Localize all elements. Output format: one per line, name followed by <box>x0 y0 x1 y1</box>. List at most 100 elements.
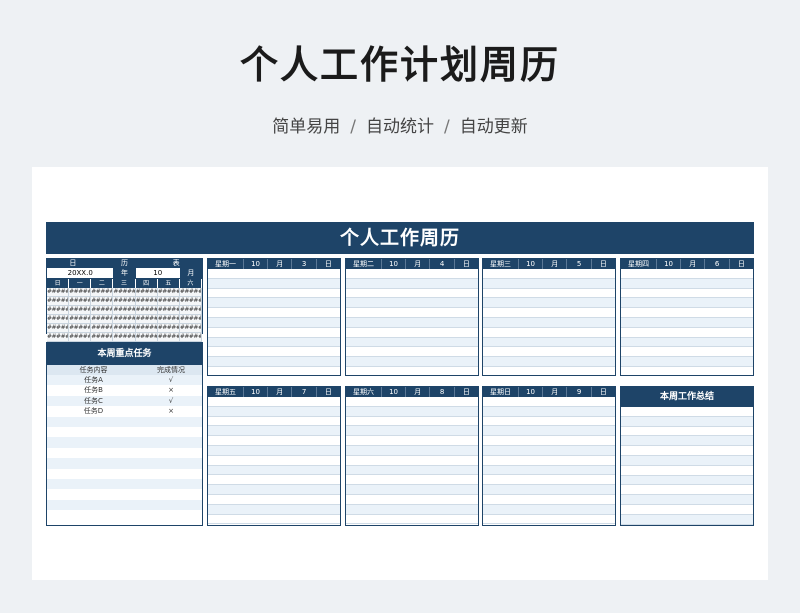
plan-line[interactable] <box>621 317 753 328</box>
plan-line[interactable] <box>346 347 478 358</box>
plan-line[interactable] <box>208 269 340 279</box>
calendar-day-cell[interactable]: ##### <box>179 288 202 297</box>
plan-line[interactable] <box>483 406 615 417</box>
calendar-day-cell[interactable]: ##### <box>91 306 114 315</box>
calendar-day-cell[interactable]: ##### <box>69 333 92 342</box>
calendar-day-cell[interactable]: ##### <box>157 297 180 306</box>
calendar-day-cell[interactable]: ##### <box>47 315 70 324</box>
task-empty-row[interactable] <box>47 427 202 437</box>
task-empty-row[interactable] <box>47 478 202 490</box>
plan-line[interactable] <box>208 406 340 417</box>
calendar-day-cell[interactable]: ##### <box>91 315 114 324</box>
plan-line[interactable] <box>621 298 753 309</box>
plan-line[interactable] <box>346 465 478 476</box>
plan-line[interactable] <box>621 357 753 367</box>
plan-line[interactable] <box>483 317 615 328</box>
plan-line[interactable] <box>208 357 340 367</box>
plan-line[interactable] <box>483 417 615 427</box>
plan-line[interactable] <box>208 328 340 338</box>
task-empty-row[interactable] <box>47 499 202 511</box>
month-value[interactable]: 10 <box>136 268 180 278</box>
plan-line[interactable] <box>346 515 478 525</box>
plan-line[interactable] <box>346 308 478 318</box>
plan-line[interactable] <box>208 397 340 407</box>
plan-line[interactable] <box>346 298 478 309</box>
summary-line[interactable] <box>621 505 753 515</box>
plan-line[interactable] <box>208 465 340 476</box>
plan-line[interactable] <box>346 317 478 328</box>
calendar-day-cell[interactable]: ##### <box>179 333 202 342</box>
task-empty-row[interactable] <box>47 510 202 520</box>
summary-line[interactable] <box>621 466 753 476</box>
plan-line[interactable] <box>208 417 340 427</box>
plan-line[interactable] <box>346 337 478 348</box>
task-empty-row[interactable] <box>47 437 202 448</box>
calendar-day-cell[interactable]: ##### <box>113 324 136 333</box>
plan-line[interactable] <box>208 515 340 525</box>
plan-line[interactable] <box>621 269 753 279</box>
plan-line[interactable] <box>346 328 478 338</box>
plan-line[interactable] <box>208 347 340 358</box>
summary-line[interactable] <box>621 485 753 496</box>
plan-line[interactable] <box>346 417 478 427</box>
calendar-day-cell[interactable]: ##### <box>47 333 70 342</box>
task-empty-row[interactable] <box>47 458 202 469</box>
plan-line[interactable] <box>346 278 478 289</box>
summary-line[interactable] <box>621 427 753 437</box>
calendar-day-cell[interactable]: ##### <box>91 333 114 342</box>
calendar-day-cell[interactable]: ##### <box>135 315 158 324</box>
calendar-day-cell[interactable]: ##### <box>157 288 180 297</box>
summary-line[interactable] <box>621 416 753 427</box>
plan-line[interactable] <box>483 504 615 515</box>
calendar-day-cell[interactable]: ##### <box>47 288 70 297</box>
plan-line[interactable] <box>483 357 615 367</box>
plan-line[interactable] <box>483 495 615 505</box>
calendar-day-cell[interactable]: ##### <box>69 297 92 306</box>
calendar-day-cell[interactable]: ##### <box>135 306 158 315</box>
plan-line[interactable] <box>208 308 340 318</box>
year-value[interactable]: 20XX.0 <box>47 268 113 278</box>
task-row[interactable]: 任务B × <box>47 385 202 395</box>
task-empty-row[interactable] <box>47 448 202 458</box>
summary-line[interactable] <box>621 407 753 417</box>
calendar-day-cell[interactable]: ##### <box>113 333 136 342</box>
plan-line[interactable] <box>208 426 340 437</box>
calendar-day-cell[interactable]: ##### <box>113 288 136 297</box>
task-row[interactable]: 任务A √ <box>47 375 202 386</box>
plan-line[interactable] <box>483 426 615 437</box>
plan-line[interactable] <box>346 269 478 279</box>
calendar-day-cell[interactable]: ##### <box>47 324 70 333</box>
plan-line[interactable] <box>208 495 340 505</box>
task-empty-row[interactable] <box>47 489 202 499</box>
task-row[interactable]: 任务D × <box>47 406 202 416</box>
plan-line[interactable] <box>483 485 615 495</box>
plan-line[interactable] <box>483 475 615 486</box>
plan-line[interactable] <box>346 406 478 417</box>
plan-line[interactable] <box>483 397 615 407</box>
plan-line[interactable] <box>621 289 753 299</box>
plan-line[interactable] <box>346 436 478 446</box>
plan-line[interactable] <box>483 337 615 348</box>
calendar-day-cell[interactable]: ##### <box>157 324 180 333</box>
plan-line[interactable] <box>346 445 478 456</box>
plan-line[interactable] <box>483 328 615 338</box>
calendar-day-cell[interactable]: ##### <box>69 324 92 333</box>
plan-line[interactable] <box>483 278 615 289</box>
plan-line[interactable] <box>208 298 340 309</box>
task-empty-row[interactable] <box>47 416 202 427</box>
summary-line[interactable] <box>621 446 753 456</box>
plan-line[interactable] <box>483 465 615 476</box>
summary-line[interactable] <box>621 475 753 486</box>
plan-line[interactable] <box>483 308 615 318</box>
plan-line[interactable] <box>483 298 615 309</box>
summary-line[interactable] <box>621 455 753 466</box>
plan-line[interactable] <box>346 397 478 407</box>
calendar-day-cell[interactable]: ##### <box>135 297 158 306</box>
calendar-day-cell[interactable]: ##### <box>47 306 70 315</box>
plan-line[interactable] <box>208 337 340 348</box>
plan-line[interactable] <box>483 456 615 466</box>
calendar-day-cell[interactable]: ##### <box>113 297 136 306</box>
plan-line[interactable] <box>621 308 753 318</box>
plan-line[interactable] <box>208 445 340 456</box>
task-empty-row[interactable] <box>47 469 202 479</box>
